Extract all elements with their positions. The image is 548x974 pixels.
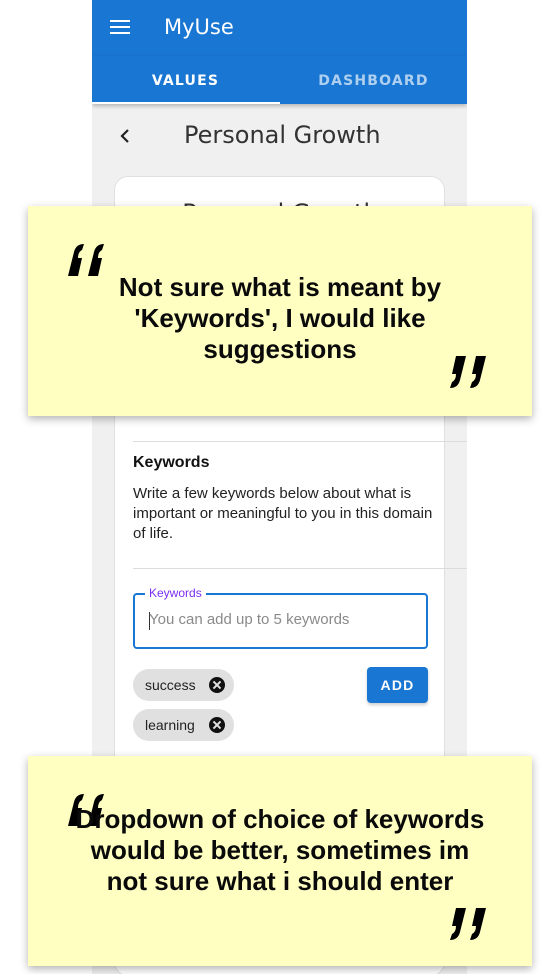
tab-values[interactable]: VALUES (92, 56, 279, 104)
quote-close-icon (450, 908, 486, 940)
page-title: Personal Growth (184, 121, 381, 149)
cancel-icon[interactable] (209, 677, 225, 693)
keyword-chip[interactable]: learning (133, 709, 234, 741)
feedback-note-text: Dropdown of choice of keywords would be … (75, 804, 485, 896)
keywords-heading: Keywords (133, 454, 210, 471)
keywords-field[interactable]: Keywords (133, 586, 428, 649)
app-bar: MyUse (92, 0, 467, 56)
active-tab-indicator (92, 102, 280, 104)
cancel-icon[interactable] (209, 717, 225, 733)
keyword-chip-label: success (145, 677, 196, 693)
keyword-chip-label: learning (145, 717, 195, 733)
back-icon[interactable] (118, 126, 132, 146)
tab-bar: VALUES DASHBOARD (92, 56, 467, 104)
add-keyword-button[interactable]: ADD (367, 667, 428, 703)
keywords-description: Write a few keywords below about what is… (133, 485, 433, 542)
keywords-field-label: Keywords (145, 586, 206, 600)
feedback-note: Dropdown of choice of keywords would be … (28, 756, 532, 966)
divider (133, 568, 467, 569)
menu-icon[interactable] (110, 20, 130, 36)
feedback-note-text: Not sure what is meant by 'Keywords', I … (118, 272, 442, 364)
app-title: MyUse (164, 15, 234, 39)
keyword-chip[interactable]: success (133, 669, 234, 701)
feedback-note: Not sure what is meant by 'Keywords', I … (28, 206, 532, 416)
tab-dashboard[interactable]: DASHBOARD (280, 56, 467, 104)
keywords-input[interactable] (149, 611, 409, 628)
divider (133, 441, 467, 442)
quote-close-icon (450, 356, 486, 388)
